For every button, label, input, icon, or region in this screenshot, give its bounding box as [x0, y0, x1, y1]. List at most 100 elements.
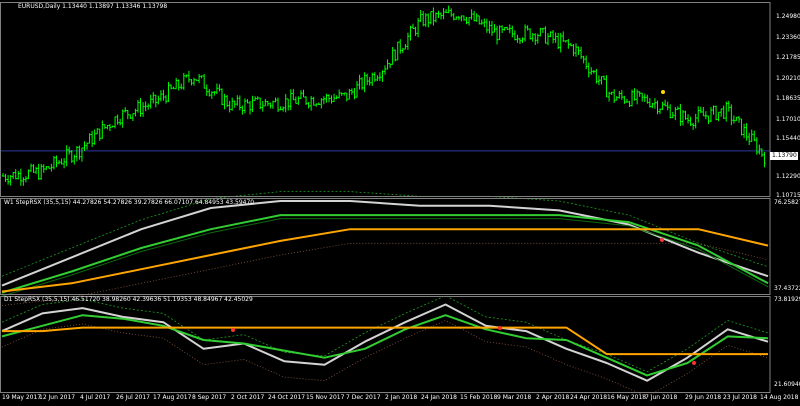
date-axis-label: 2 Oct 2017 [231, 394, 265, 401]
price-bar [243, 98, 247, 114]
price-bar [146, 103, 150, 110]
price-bar [429, 11, 433, 25]
price-bar [656, 100, 659, 115]
price-bar [684, 110, 687, 120]
price-bar [348, 88, 351, 100]
price-bar [556, 32, 560, 49]
price-bar [337, 89, 341, 99]
price-bar [607, 91, 611, 102]
price-bar [490, 21, 494, 36]
price-bar [205, 84, 208, 96]
price-bar [671, 111, 674, 119]
price-bar [618, 91, 621, 99]
price-bar [22, 177, 25, 186]
price-bar [381, 70, 384, 82]
price-bar [274, 97, 277, 103]
price-bar [719, 108, 723, 117]
price-bar [760, 148, 764, 157]
price-bar [350, 88, 354, 95]
w1-indicator-title: W1 StepRSX (35,5,15) 44.27826 54.27826 3… [4, 199, 255, 206]
price-bar [27, 169, 30, 180]
date-axis-label: 12 Jun 2017 [39, 394, 76, 401]
panel-frame [0, 198, 771, 295]
price-bars[interactable] [1, 5, 766, 186]
price-bar [406, 32, 410, 50]
price-bar [564, 40, 568, 43]
price-bar [144, 101, 147, 112]
price-bar [709, 106, 713, 123]
price-bar [750, 129, 753, 142]
price-bar [697, 106, 700, 123]
price-bar [340, 92, 343, 96]
price-bar [40, 163, 43, 180]
price-bar [363, 72, 366, 93]
price-bar [14, 169, 17, 180]
price-bar [32, 164, 35, 173]
price-bar [358, 74, 361, 90]
price-bar [37, 163, 40, 180]
price-bar [439, 12, 443, 20]
price-bar [9, 175, 12, 186]
price-bar [223, 93, 226, 110]
price-bar [391, 46, 394, 65]
price-bar [180, 83, 183, 90]
d1-steprsx-indicator[interactable] [1, 295, 769, 398]
price-bar [694, 113, 697, 129]
price-bar [192, 77, 196, 86]
price-bar [289, 89, 292, 111]
price-bar [493, 24, 496, 33]
price-bar [727, 100, 730, 112]
price-bar [126, 109, 129, 120]
price-bar [154, 94, 157, 108]
panel-frames [0, 2, 771, 393]
price-bar [653, 98, 657, 109]
price-bar [666, 101, 669, 111]
price-bar [745, 123, 748, 141]
price-bar [554, 32, 557, 43]
main-chart-title: EURUSD,Daily 1.13440 1.13897 1.13346 1.1… [18, 3, 168, 10]
price-bar [182, 72, 186, 90]
price-bar [732, 115, 736, 124]
price-bar [302, 89, 305, 98]
price-bar [483, 18, 486, 28]
price-bar [508, 24, 511, 34]
date-axis-label: 16 May 2018 [607, 394, 647, 401]
date-axis-label: 24 Oct 2017 [268, 394, 306, 401]
price-bar [330, 95, 333, 104]
price-bar [495, 25, 499, 45]
price-bar [11, 172, 15, 180]
price-bar [111, 125, 114, 128]
price-bar [658, 108, 662, 114]
d1-indicator-title: D1 StepRSX (35,5,15) 46.51720 38.98260 4… [4, 296, 253, 303]
price-bar [409, 25, 412, 41]
price-bar [225, 95, 229, 108]
d1-rsx-line [1, 303, 769, 382]
date-axis-label: 24 Jan 2018 [421, 394, 457, 401]
price-bar [172, 86, 175, 90]
price-bar [246, 99, 249, 104]
price-bar [419, 10, 422, 22]
price-bar [284, 94, 287, 113]
price-bar [373, 72, 377, 82]
price-bar [590, 67, 593, 75]
price-bar [574, 43, 578, 57]
w1-steprsx-indicator[interactable] [1, 191, 769, 306]
price-bar [725, 101, 728, 122]
price-bar [534, 33, 537, 46]
price-bar [24, 176, 28, 183]
w1-cross-marker [660, 238, 664, 242]
price-bar [121, 109, 124, 128]
price-bar [276, 97, 280, 113]
price-bar [500, 25, 504, 33]
price-bar [641, 92, 644, 102]
price-bar [368, 77, 371, 86]
d1-step-line [1, 314, 769, 377]
price-bar [691, 123, 695, 130]
price-bar [485, 18, 489, 33]
price-bar [755, 137, 759, 155]
price-bar [610, 91, 613, 95]
price-bar [388, 63, 392, 69]
date-axis-label: 7 Jun 2018 [645, 394, 678, 401]
price-bar [187, 70, 191, 83]
price-bar [399, 39, 402, 54]
